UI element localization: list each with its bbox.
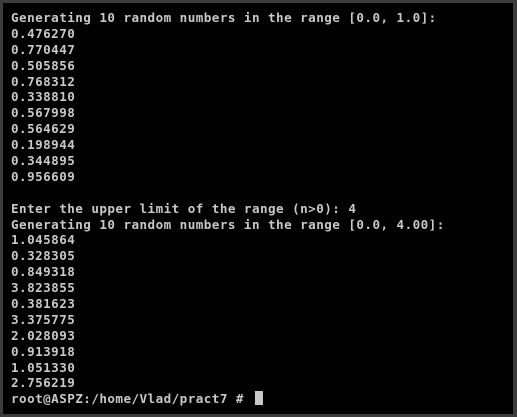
output-line: 1.045864 [11, 232, 76, 248]
output-line: 0.505856 [11, 57, 76, 73]
output-line: 0.567998 [11, 105, 76, 121]
output-line: 2.756219 [11, 375, 76, 391]
output-line: 0.956609 [11, 168, 76, 184]
text-cursor [254, 391, 263, 406]
output-line: 0.476270 [11, 25, 76, 41]
output-line: 0.913918 [11, 343, 76, 359]
output-line: Generating 10 random numbers in the rang… [11, 216, 445, 232]
output-line: 0.198944 [11, 137, 76, 153]
output-line: 1.051330 [11, 359, 76, 375]
output-line: 0.328305 [11, 248, 76, 264]
output-line: 0.344895 [11, 153, 76, 169]
output-line: 2.028093 [11, 327, 76, 343]
output-line: Generating 10 random numbers in the rang… [11, 10, 437, 25]
shell-prompt: root@ASPZ:/home/Vlad/pract7 # [11, 391, 252, 407]
output-line: 0.849318 [11, 264, 76, 280]
output-line: 0.564629 [11, 121, 76, 137]
output-line: 3.375775 [11, 311, 76, 327]
terminal-window: Generating 10 random numbers in the rang… [0, 0, 517, 417]
terminal-output: Generating 10 random numbers in the rang… [11, 10, 445, 407]
input-prompt-line: Enter the upper limit of the range (n>0)… [11, 200, 357, 216]
output-line: 0.381623 [11, 296, 76, 312]
shell-prompt-line[interactable]: root@ASPZ:/home/Vlad/pract7 # [11, 391, 445, 407]
output-line: 0.338810 [11, 89, 76, 105]
output-line: 0.768312 [11, 73, 76, 89]
terminal-screen[interactable]: Generating 10 random numbers in the rang… [3, 3, 513, 414]
output-line: 0.770447 [11, 41, 76, 57]
output-line: 3.823855 [11, 280, 76, 296]
